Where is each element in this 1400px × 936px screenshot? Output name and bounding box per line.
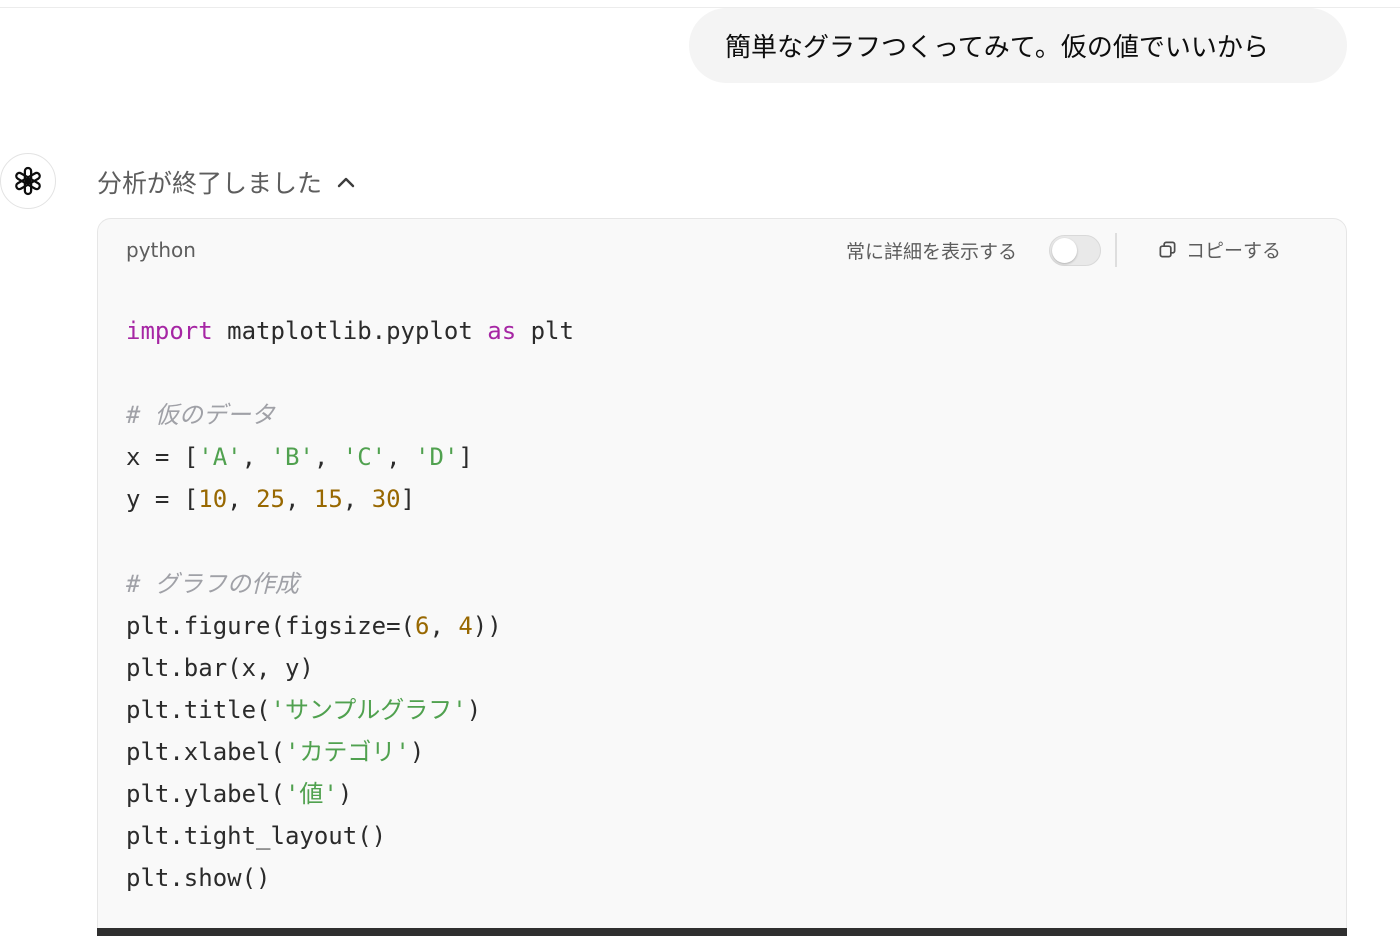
- code-content: import matplotlib.pyplot as plt # 仮のデータ x…: [126, 310, 574, 899]
- code-token: plt.tight_layout(): [126, 822, 387, 851]
- code-token: plt.title(: [126, 695, 271, 724]
- user-message-bubble: 簡単なグラフつくってみて。仮の値でいいから: [689, 8, 1347, 83]
- code-token: 15: [313, 485, 343, 514]
- code-token: ): [466, 695, 482, 724]
- code-line: plt.show(): [126, 857, 574, 899]
- code-token: plt.bar(x, y): [126, 653, 314, 682]
- code-line: plt.xlabel('カテゴリ'): [126, 731, 574, 773]
- code-line: x = ['A', 'B', 'C', 'D']: [126, 436, 574, 478]
- code-language-label: python: [126, 238, 196, 262]
- copy-button-label: コピーする: [1186, 240, 1282, 262]
- code-token: ,: [386, 443, 416, 472]
- code-token: ,: [342, 485, 372, 514]
- code-line: y = [10, 25, 15, 30]: [126, 478, 574, 520]
- code-token: 'D': [415, 443, 459, 472]
- code-token: plt: [516, 317, 574, 345]
- copy-code-button[interactable]: コピーする: [1158, 236, 1281, 263]
- code-token: ,: [313, 443, 343, 472]
- code-line: plt.title('サンプルグラフ'): [126, 689, 574, 731]
- code-token: 'B': [270, 443, 314, 472]
- code-token: # 仮のデータ: [126, 401, 275, 430]
- code-token: x = [: [126, 443, 199, 472]
- code-token: ]: [400, 485, 416, 514]
- always-show-details-label: 常に詳細を表示する: [846, 241, 1018, 263]
- code-line: # 仮のデータ: [126, 394, 574, 436]
- analysis-status-label: 分析が終了しました: [97, 169, 323, 198]
- code-token: 'カテゴリ': [284, 737, 410, 766]
- code-token: plt.ylabel(: [126, 780, 285, 809]
- user-message-text: 簡単なグラフつくってみて。仮の値でいいから: [725, 33, 1269, 63]
- code-token: matplotlib.pyplot: [212, 317, 488, 345]
- code-token: 'A': [198, 443, 242, 472]
- code-token: import: [126, 317, 213, 345]
- code-token: 10: [198, 485, 228, 514]
- code-token: 'C': [342, 443, 387, 472]
- toggle-knob: [1052, 238, 1077, 263]
- code-token: plt.figure(figsize=(: [126, 611, 415, 640]
- code-token: ): [337, 780, 353, 809]
- code-block: python 常に詳細を表示する コピーする import matplotlib…: [97, 218, 1347, 936]
- code-token: plt.xlabel(: [126, 737, 285, 766]
- copy-icon: [1158, 240, 1177, 259]
- code-token: ]: [458, 443, 473, 472]
- code-token: ,: [241, 443, 271, 472]
- code-token: y = [: [126, 485, 199, 514]
- code-token: 4: [458, 611, 473, 640]
- code-token: 25: [256, 485, 285, 514]
- code-line: plt.bar(x, y): [126, 647, 574, 689]
- analysis-status-toggle[interactable]: 分析が終了しました: [97, 162, 356, 202]
- code-token: 30: [371, 485, 401, 514]
- code-token: ,: [227, 485, 257, 514]
- code-line: import matplotlib.pyplot as plt: [126, 310, 574, 352]
- chevron-up-icon: [336, 175, 356, 189]
- code-line: # グラフの作成: [126, 563, 574, 605]
- code-token: plt.show(): [126, 864, 271, 893]
- always-show-details-toggle[interactable]: [1049, 235, 1101, 266]
- header-divider: [1115, 233, 1117, 267]
- code-token: ,: [284, 485, 314, 514]
- code-token: )): [472, 611, 502, 640]
- openai-logo-icon: [15, 166, 41, 196]
- code-token: ): [409, 737, 425, 766]
- output-panel-top-edge: [97, 928, 1347, 936]
- code-token: 6: [414, 611, 430, 640]
- assistant-avatar: [0, 153, 56, 209]
- code-line: plt.tight_layout(): [126, 815, 574, 857]
- code-token: as: [487, 317, 517, 345]
- code-line: plt.figure(figsize=(6, 4)): [126, 605, 574, 647]
- code-token: # グラフの作成: [126, 569, 299, 598]
- code-token: 'サンプルグラフ': [270, 695, 467, 724]
- code-line: plt.ylabel('値'): [126, 773, 574, 815]
- code-token: '値': [284, 780, 338, 809]
- code-token: ,: [429, 611, 459, 640]
